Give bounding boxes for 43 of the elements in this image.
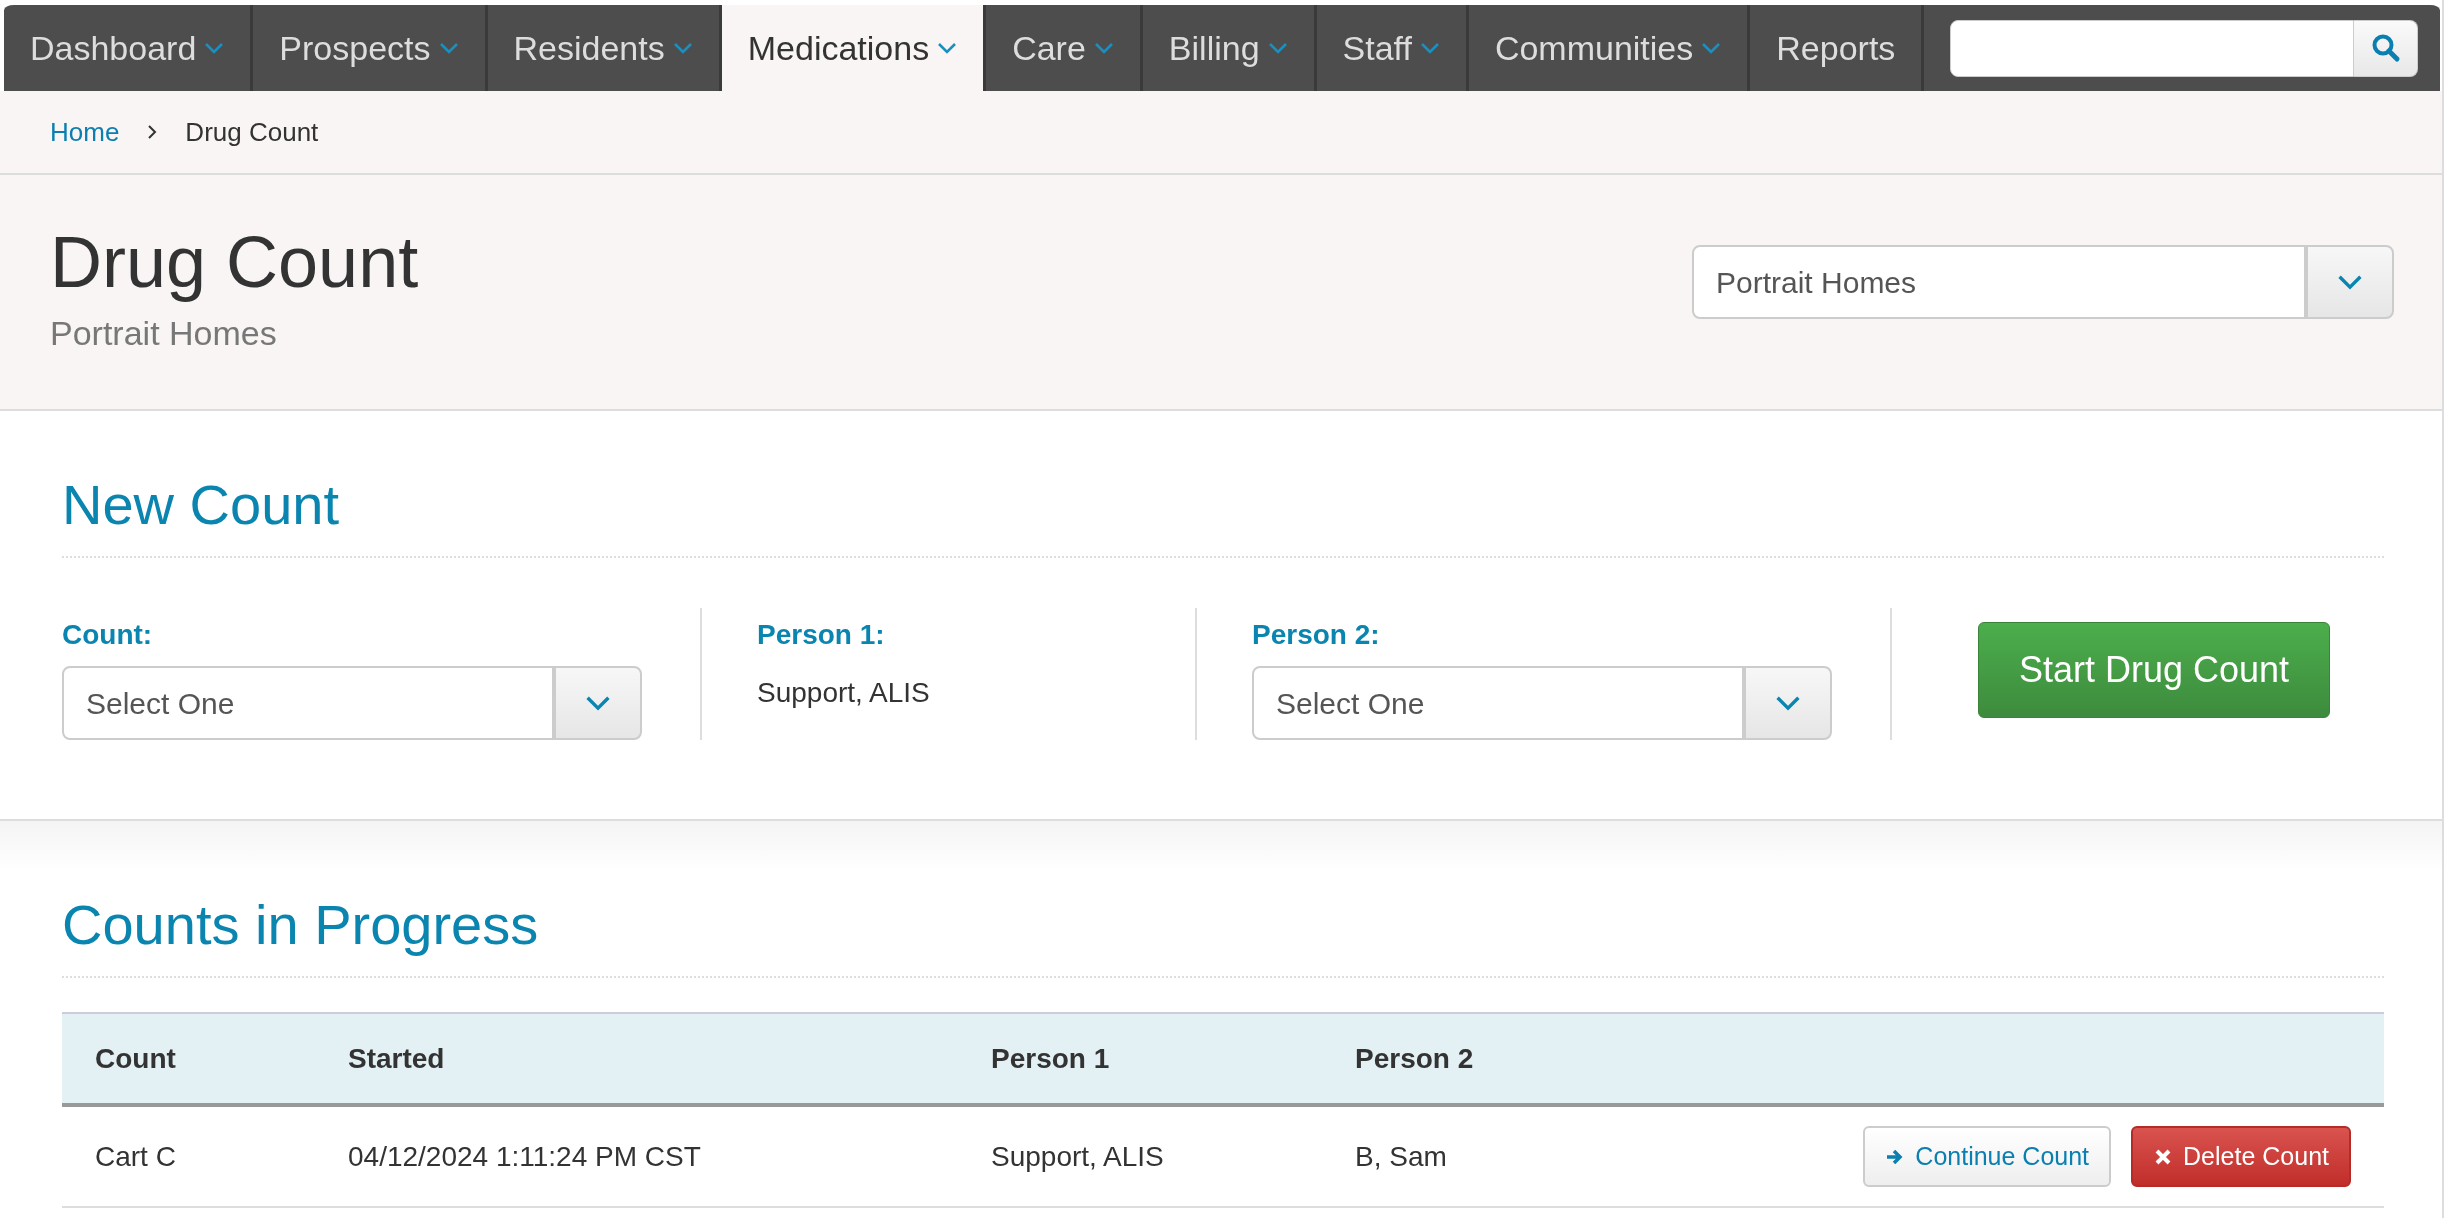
search-icon [2370,33,2401,63]
dropdown-button[interactable] [554,666,642,741]
chevron-down-icon [204,41,225,55]
chevron-down-icon [1267,41,1288,55]
table-cell: 04/12/2024 1:11:24 PM CST [315,1105,958,1208]
breadcrumb-current: Drug Count [185,115,319,149]
field-label: Person 2: [1252,618,1381,653]
start-drug-count-button[interactable]: Start Drug Count [1978,622,2331,719]
column-header: Count [62,1013,315,1106]
continue-count-button[interactable]: Continue Count [1863,1125,2112,1188]
column-header: Started [315,1013,958,1106]
field-label: Count: [62,618,154,653]
community-select[interactable]: Portrait Homes [1692,245,2306,319]
search-button[interactable] [2354,19,2418,77]
section-heading: New Count [62,471,2384,559]
delete-count-button[interactable]: Delete Count [2131,1125,2351,1188]
breadcrumb-link[interactable]: Home [50,112,120,152]
search-field[interactable] [1950,19,2354,77]
nav-tab[interactable]: Medications [721,5,987,91]
dropdown-button[interactable] [1744,666,1832,741]
chevron-right-icon [147,124,158,140]
table-cell: B, Sam [1322,1105,1722,1208]
chevron-down-icon [2337,274,2363,290]
page-title: Drug Count [50,223,419,303]
chevron-down-icon [1093,41,1114,55]
table-cell: Support, ALIS [958,1105,1322,1208]
chevron-down-icon [937,41,958,55]
chevron-down-icon [585,695,611,712]
field-value: Support, ALIS [757,676,931,711]
page-subtitle: Portrait Homes [50,313,278,355]
column-header: Person 1 [958,1013,1322,1106]
chevron-down-icon [438,41,459,55]
section-heading: Counts in Progress [62,891,2384,979]
chevron-down-icon [1419,41,1440,55]
field-label: Person 1: [757,618,886,653]
chevron-down-icon [1775,695,1801,712]
table-cell: Cart C [62,1105,315,1208]
dropdown-button[interactable] [2306,245,2394,319]
select-field[interactable]: Select One [1252,666,1744,741]
select-field[interactable]: Select One [62,666,554,741]
chevron-down-icon [672,41,693,55]
chevron-down-icon [1701,41,1722,55]
column-header: Person 2 [1322,1013,1722,1106]
